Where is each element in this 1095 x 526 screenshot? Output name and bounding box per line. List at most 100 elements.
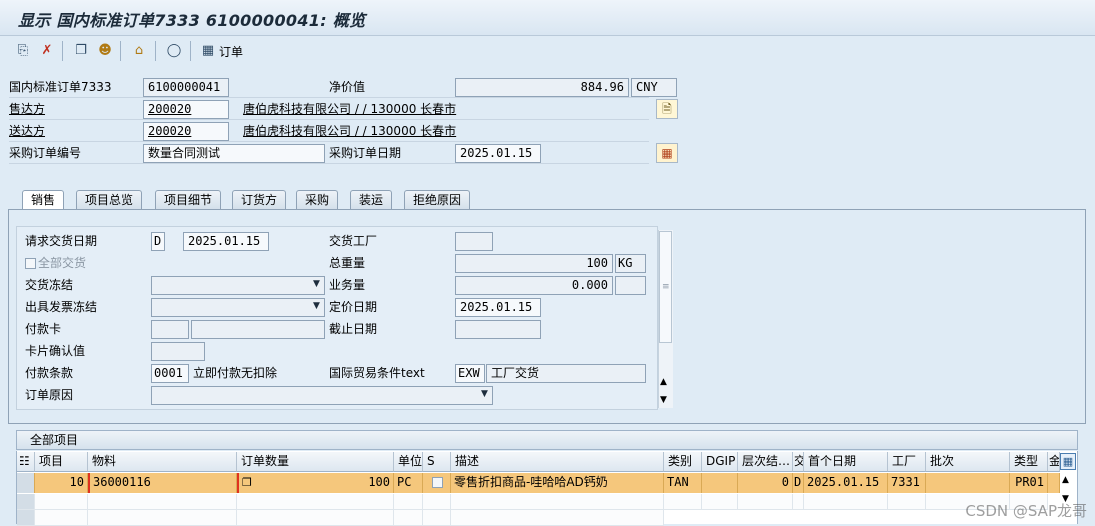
docflow-icon[interactable]: ◯ bbox=[165, 42, 183, 60]
order-reason-dropdown[interactable] bbox=[151, 386, 493, 405]
cell-item[interactable]: 10 bbox=[35, 473, 88, 493]
volume-field[interactable]: 0.000 bbox=[455, 276, 613, 295]
column-header-material[interactable]: 物料 bbox=[88, 452, 237, 472]
cell-order-quantity[interactable]: ❐ 100 bbox=[237, 473, 394, 493]
toolbar-separator bbox=[155, 41, 156, 61]
copy-icon[interactable]: ❐ bbox=[242, 476, 252, 489]
net-value-field[interactable]: 884.96 bbox=[455, 78, 629, 97]
volume-unit-field[interactable] bbox=[615, 276, 646, 295]
empty-cell[interactable] bbox=[394, 494, 423, 510]
empty-cell[interactable] bbox=[451, 494, 664, 510]
weight-unit-field[interactable]: KG bbox=[615, 254, 646, 273]
cell-amount[interactable] bbox=[1048, 473, 1060, 493]
cell-plant[interactable]: 7331 bbox=[888, 473, 926, 493]
sold-to-field[interactable]: 200020 bbox=[143, 100, 229, 119]
tab-shipping[interactable]: 装运 bbox=[350, 190, 393, 210]
empty-cell[interactable] bbox=[804, 494, 888, 510]
delivery-block-dropdown[interactable] bbox=[151, 276, 325, 295]
incoterms-code-field[interactable]: EXW bbox=[455, 364, 485, 383]
order-button[interactable]: 订单 bbox=[219, 43, 243, 60]
chevron-down-icon[interactable]: ▼ bbox=[313, 279, 320, 289]
column-header-amount[interactable]: 金 bbox=[1048, 452, 1060, 472]
complete-delivery-checkbox[interactable] bbox=[25, 258, 36, 269]
incoterms-description-field[interactable]: 工厂交货 bbox=[486, 364, 646, 383]
column-header-s[interactable]: S bbox=[423, 452, 451, 472]
cell-s[interactable] bbox=[423, 473, 451, 493]
pricing-date-field[interactable]: 2025.01.15 bbox=[455, 298, 541, 317]
empty-cell[interactable] bbox=[88, 494, 237, 510]
cell-material[interactable]: 36000116 bbox=[88, 473, 237, 493]
column-header-description[interactable]: 描述 bbox=[451, 452, 664, 472]
table-icon[interactable]: ▦ bbox=[199, 42, 217, 60]
tab-ordering-party[interactable]: 订货方 bbox=[232, 190, 287, 210]
row-selector[interactable] bbox=[17, 494, 35, 510]
order-number-field[interactable]: 6100000041 bbox=[143, 78, 229, 97]
empty-cell[interactable] bbox=[702, 494, 738, 510]
tab-item-detail[interactable]: 项目细节 bbox=[155, 190, 222, 210]
cell-category[interactable]: TAN bbox=[664, 473, 702, 493]
cell-pricing-type[interactable]: PR01 bbox=[1010, 473, 1048, 493]
column-header-unit[interactable]: 单位 bbox=[394, 452, 423, 472]
chevron-down-icon[interactable]: ▼ bbox=[313, 301, 320, 311]
empty-cell[interactable] bbox=[423, 494, 451, 510]
delivery-plant-field[interactable] bbox=[455, 232, 493, 251]
column-header-order-quantity[interactable]: 订单数量 bbox=[237, 452, 394, 472]
total-weight-label: 总重量 bbox=[329, 256, 366, 270]
scroll-up-icon[interactable]: ▲ bbox=[660, 377, 667, 387]
column-header-delivery[interactable]: 交 bbox=[793, 452, 804, 472]
empty-cell[interactable] bbox=[793, 494, 804, 510]
cell-batch[interactable] bbox=[926, 473, 1010, 493]
column-header-category[interactable]: 类别 bbox=[664, 452, 702, 472]
req-delivery-date-field[interactable]: 2025.01.15 bbox=[183, 232, 269, 251]
payment-card-type-field[interactable] bbox=[151, 320, 189, 339]
cell-first-date[interactable]: 2025.01.15 bbox=[804, 473, 888, 493]
chevron-down-icon[interactable]: ▼ bbox=[481, 389, 488, 399]
column-header-plant[interactable]: 工厂 bbox=[888, 452, 926, 472]
partner-icon[interactable]: ☻ bbox=[96, 42, 114, 60]
req-delivery-date-type-field[interactable]: D bbox=[151, 232, 165, 251]
payment-terms-code-field[interactable]: 0001 bbox=[151, 364, 189, 383]
empty-cell[interactable] bbox=[237, 494, 394, 510]
calendar-icon[interactable]: ▦ bbox=[656, 143, 678, 163]
table-scroll-up-icon[interactable]: ▲ bbox=[1062, 475, 1069, 485]
currency-field[interactable]: CNY bbox=[631, 78, 677, 97]
empty-cell[interactable] bbox=[888, 494, 926, 510]
empty-cell[interactable] bbox=[35, 494, 88, 510]
column-header-first-date[interactable]: 首个日期 bbox=[804, 452, 888, 472]
cell-delivery[interactable]: D bbox=[793, 473, 804, 493]
tab-sales[interactable]: 销售 bbox=[22, 190, 65, 211]
tab-procurement[interactable]: 采购 bbox=[296, 190, 339, 210]
item-checkbox[interactable] bbox=[432, 477, 443, 488]
row-selector-header-icon[interactable]: ☷ bbox=[17, 452, 35, 472]
valid-to-field[interactable] bbox=[455, 320, 541, 339]
ship-to-field[interactable]: 200020 bbox=[143, 122, 229, 141]
empty-cell[interactable] bbox=[664, 494, 702, 510]
home-icon[interactable]: ⌂ bbox=[130, 42, 148, 60]
payment-card-number-field[interactable] bbox=[191, 320, 325, 339]
cell-dgip[interactable] bbox=[702, 473, 738, 493]
delete-icon[interactable]: ✗ bbox=[38, 42, 56, 60]
tab-reason-for-rejection[interactable]: 拒绝原因 bbox=[404, 190, 471, 210]
scroll-down-icon[interactable]: ▼ bbox=[660, 395, 667, 405]
column-header-pricing-type[interactable]: 类型 bbox=[1010, 452, 1048, 472]
po-number-field[interactable]: 数量合同测试 bbox=[143, 144, 325, 163]
copy-icon[interactable]: ❐ bbox=[72, 42, 90, 60]
po-date-field[interactable]: 2025.01.15 bbox=[455, 144, 541, 163]
column-header-item[interactable]: 项目 bbox=[35, 452, 88, 472]
document-icon[interactable]: 🗎 bbox=[656, 99, 678, 119]
billing-block-dropdown[interactable] bbox=[151, 298, 325, 317]
cell-description[interactable]: 零售折扣商品-哇哈哈AD钙奶 bbox=[451, 473, 664, 493]
order-reason-label: 订单原因 bbox=[25, 388, 74, 402]
tab-item-overview[interactable]: 项目总览 bbox=[76, 190, 143, 210]
row-selector[interactable] bbox=[17, 473, 35, 493]
cell-unit[interactable]: PC bbox=[394, 473, 423, 493]
column-header-batch[interactable]: 批次 bbox=[926, 452, 1010, 472]
total-weight-field[interactable]: 100 bbox=[455, 254, 613, 273]
empty-cell[interactable] bbox=[738, 494, 793, 510]
column-header-dgip[interactable]: DGIP bbox=[702, 452, 738, 472]
column-header-hierarchy[interactable]: 层次结… bbox=[738, 452, 793, 472]
cell-hierarchy[interactable]: 0 bbox=[738, 473, 793, 493]
display-doc-icon[interactable]: ⎘ bbox=[14, 42, 32, 60]
card-verification-field[interactable] bbox=[151, 342, 205, 361]
column-settings-icon[interactable]: ▦ bbox=[1060, 453, 1076, 470]
